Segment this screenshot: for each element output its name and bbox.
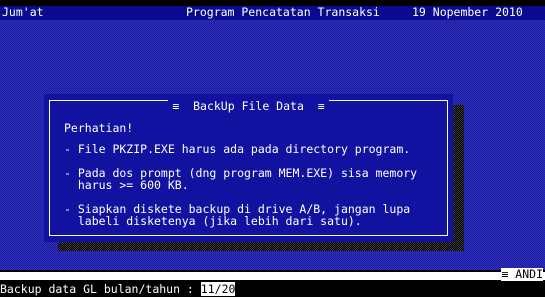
dialog-title-bar: ≡ BackUp File Data ≡ — [50, 100, 447, 113]
header-app-title: Program Pencatatan Transaksi — [186, 5, 380, 19]
user-indicator: ≡ ANDI — [501, 267, 543, 281]
period-input[interactable]: 11/20 — [200, 282, 236, 296]
dialog-item-1-line-1: - File PKZIP.EXE harus ada pada director… — [64, 142, 411, 156]
header-day: Jum'at — [2, 5, 44, 19]
dialog-item-3-line-2: labeli disketenya (jika lebih dari satu)… — [64, 214, 362, 228]
dialog-title: ≡ BackUp File Data ≡ — [168, 100, 329, 113]
dos-screen: Jum'at Program Pencatatan Transaksi 19 N… — [0, 0, 545, 297]
backup-dialog: ≡ BackUp File Data ≡ Perhatian! - File P… — [44, 94, 453, 242]
status-prompt: Backup data GL bulan/tahun : — [0, 282, 201, 296]
status-bar: Backup data GL bulan/tahun : 11/20 — [0, 282, 545, 297]
dialog-heading: Perhatian! — [64, 121, 134, 135]
header-date: 19 Nopember 2010 — [412, 5, 523, 19]
separator-bar — [0, 272, 545, 280]
dialog-item-2-line-2: harus >= 600 KB. — [64, 178, 189, 192]
header-bar: Jum'at Program Pencatatan Transaksi 19 N… — [0, 6, 545, 20]
